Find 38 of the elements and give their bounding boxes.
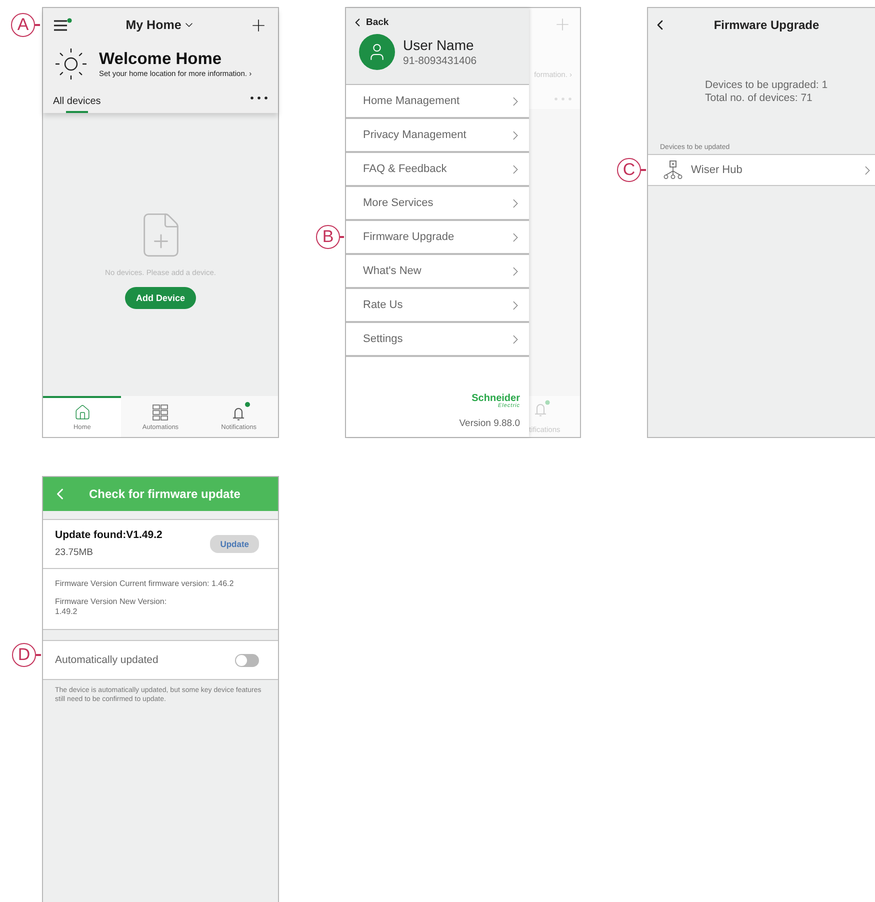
callout-label: B <box>316 225 340 249</box>
screen-title: Check for firmware update <box>89 487 240 501</box>
callout-label: C <box>617 158 641 182</box>
summary-text: Total no. of devices: 71 <box>705 92 814 104</box>
more-icon[interactable] <box>250 96 268 100</box>
screen-title: Firmware Upgrade <box>712 18 820 32</box>
version-text: Firmware Version Current firmware version: 1.46.2 <box>55 579 235 589</box>
summary-text: Devices to be upgraded: 1 <box>705 79 829 92</box>
home-selector[interactable]: My Home <box>126 18 196 32</box>
hub-icon <box>662 160 684 180</box>
toggle-switch[interactable] <box>235 654 259 666</box>
callout-label: D <box>12 643 36 667</box>
toggle-label: Automatically updated <box>55 654 158 666</box>
welcome-title: Welcome Home <box>99 50 223 69</box>
menu-item[interactable]: Rate Us <box>346 288 529 322</box>
user-name: User Name <box>403 37 475 53</box>
version-text: Firmware Version New Version: 1.49.2 <box>55 597 168 617</box>
file-size: 23.75MB <box>55 547 94 558</box>
room-tab[interactable]: All devices <box>53 96 101 113</box>
phone-number: 91-8093431406 <box>403 55 477 67</box>
add-device-button[interactable]: Add Device <box>124 287 196 309</box>
menu-item[interactable]: More Services <box>346 186 529 220</box>
menu-item[interactable]: Settings <box>346 322 529 356</box>
avatar-icon[interactable] <box>359 34 395 70</box>
menu-item[interactable]: Firmware Upgrade <box>346 220 529 254</box>
menu-item[interactable]: Privacy Management <box>346 118 529 152</box>
bell-icon <box>532 400 551 416</box>
menu-item[interactable]: What's New <box>346 254 529 288</box>
version-label: Version 9.88.0 <box>459 418 520 429</box>
menu-item[interactable]: Home Management <box>346 84 529 118</box>
menu-item[interactable]: FAQ & Feedback <box>346 152 529 186</box>
callout-label: A <box>11 13 35 37</box>
device-row[interactable]: Wiser Hub <box>648 154 875 186</box>
sun-icon <box>53 46 89 82</box>
update-button[interactable]: Update <box>210 534 259 552</box>
update-title: Update found:V1.49.2 <box>55 529 162 541</box>
back-button[interactable]: Back <box>351 16 529 29</box>
menu-icon[interactable] <box>53 18 72 32</box>
